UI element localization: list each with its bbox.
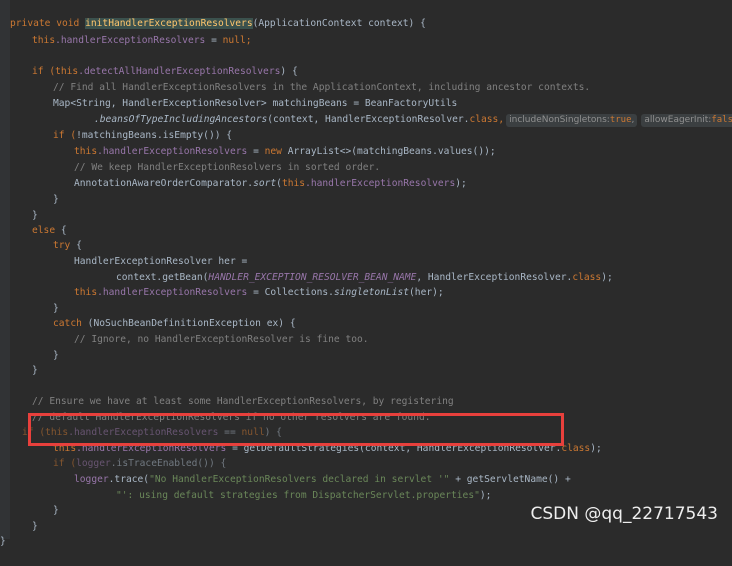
code-line-22: } xyxy=(53,350,59,361)
code-line-32: } xyxy=(53,505,59,516)
code-line-21: // Ignore, no HandlerExceptionResolver i… xyxy=(74,334,369,345)
code-line-2: this.handlerExceptionResolvers = null; xyxy=(32,35,252,46)
code-line-1: private void initHandlerExceptionResolve… xyxy=(0,0,732,29)
code-line-26: // default HandlerExceptionResolvers if … xyxy=(32,412,431,423)
code-line-19: } xyxy=(53,303,59,314)
code-line-25: // Ensure we have at least some HandlerE… xyxy=(32,396,454,407)
code-line-10: // We keep HandlerExceptionResolvers in … xyxy=(74,162,381,173)
code-line-23: } xyxy=(32,365,38,376)
code-line-16: HandlerExceptionResolver her = xyxy=(74,256,248,267)
code-line-9: this.handlerExceptionResolvers = new Arr… xyxy=(74,146,496,157)
code-line-30: logger.trace("No HandlerExceptionResolve… xyxy=(74,474,571,485)
code-line-13: } xyxy=(32,210,38,221)
code-line-5: // Find all HandlerExceptionResolvers in… xyxy=(0,64,732,93)
code-line-8: if (!matchingBeans.isEmpty()) { xyxy=(53,130,233,141)
highlight-annotation-box xyxy=(28,413,564,446)
code-line-18: this.handlerExceptionResolvers = Collect… xyxy=(74,287,444,298)
code-line-6: Map<String, HandlerExceptionResolver> ma… xyxy=(53,98,458,109)
code-line-4: if (this.detectAllHandlerExceptionResolv… xyxy=(32,66,298,77)
code-line-14: else { xyxy=(32,225,67,236)
code-line-11: AnnotationAwareOrderComparator.sort(this… xyxy=(74,178,467,189)
code-line-12: } xyxy=(53,194,59,205)
watermark: CSDN @qq_22717543 xyxy=(530,504,718,524)
code-line-31: "': using default strategies from Dispat… xyxy=(116,490,492,501)
code-line-7: .beansOfTypeIncludingAncestors(context, … xyxy=(0,96,732,127)
code-line-20: catch (NoSuchBeanDefinitionException ex)… xyxy=(53,318,296,329)
code-line-15: try { xyxy=(53,240,82,251)
code-line-17: context.getBean(HANDLER_EXCEPTION_RESOLV… xyxy=(116,272,613,283)
